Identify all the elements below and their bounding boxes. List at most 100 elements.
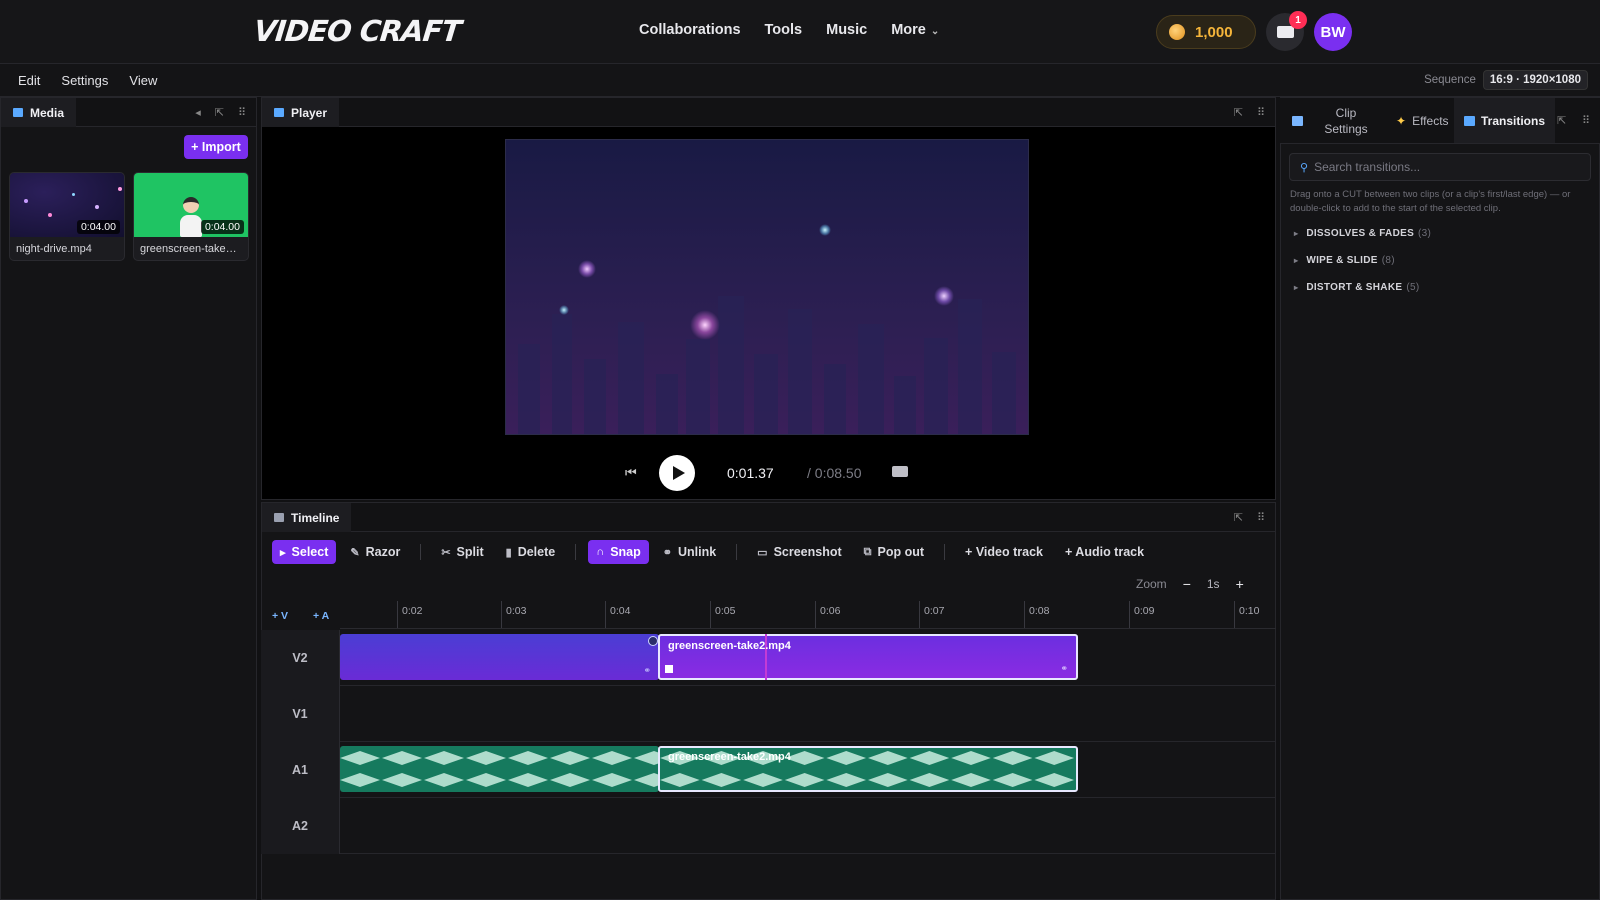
light-orb [934, 286, 954, 306]
screenshot-button[interactable]: ▭ Screenshot [749, 540, 850, 564]
nav-tools[interactable]: Tools [765, 22, 803, 38]
waveform [340, 773, 659, 787]
total-time: / 0:08.50 [807, 465, 862, 481]
tab-media[interactable]: Media [1, 98, 77, 127]
drag-handle-icon[interactable]: ⠿ [1582, 98, 1590, 143]
menu-view[interactable]: View [129, 73, 157, 88]
media-item-greenscreen[interactable]: 0:04.00 greenscreen-take2.mp4 [133, 172, 249, 261]
drag-handle-icon[interactable]: ⠿ [238, 106, 246, 119]
light-orb [578, 260, 596, 278]
media-item-night-drive[interactable]: 0:04.00 night-drive.mp4 [9, 172, 125, 261]
video-preview[interactable] [505, 139, 1029, 435]
nav-music[interactable]: Music [826, 22, 867, 38]
coin-balance[interactable]: 1,000 [1156, 15, 1256, 49]
popout-icon[interactable]: ⇱ [215, 106, 224, 119]
category-dissolves-fades[interactable]: ▸ DISSOLVES & FADES (3) [1294, 228, 1431, 239]
sequence-value[interactable]: 16:9 · 1920×1080 [1482, 70, 1588, 90]
light-orb [559, 305, 569, 315]
sparkle-icon: ✦ [1396, 113, 1407, 128]
split-button[interactable]: ✂ Split [433, 540, 491, 564]
drag-handle-icon[interactable]: ⠿ [1257, 511, 1265, 524]
waveform [340, 751, 659, 765]
ruler-tick: 0:08 [1024, 601, 1049, 628]
menu-edit[interactable]: Edit [18, 73, 40, 88]
track-label[interactable]: V2 [261, 630, 340, 686]
ruler-tick: 0:06 [815, 601, 840, 628]
track-label[interactable]: A2 [261, 798, 340, 854]
ruler-tick: 0:07 [919, 601, 944, 628]
unlink-button[interactable]: ⚭ Unlink [655, 540, 724, 564]
drag-handle-icon[interactable]: ⠿ [1257, 106, 1265, 119]
popout-icon[interactable]: ⇱ [1234, 511, 1243, 524]
category-distort-shake[interactable]: ▸ DISTORT & SHAKE (5) [1294, 282, 1419, 293]
caret-right-icon: ▸ [1294, 283, 1299, 292]
nav-more[interactable]: More ⌄ [891, 22, 939, 38]
main-nav: Collaborations Tools Music More ⌄ [639, 22, 939, 38]
notifications-button[interactable]: 1 [1266, 11, 1307, 51]
tab-player[interactable]: Player [262, 98, 340, 127]
search-input[interactable] [1314, 160, 1575, 174]
zoom-out-button[interactable]: − [1183, 576, 1191, 592]
collapse-left-icon[interactable]: ◂ [195, 106, 201, 119]
popout-icon[interactable]: ⇱ [1557, 98, 1566, 143]
link-icon: ⚭ [643, 665, 651, 675]
menu-settings[interactable]: Settings [61, 73, 108, 88]
trash-icon: ▮ [505, 546, 512, 559]
tab-timeline[interactable]: Timeline [262, 503, 352, 532]
time-ruler[interactable]: 0:02 0:03 0:04 0:05 0:06 0:07 0:08 0:09 … [340, 601, 1276, 629]
light-orb [819, 224, 831, 236]
popout-button[interactable]: ⧉ Pop out [856, 540, 932, 564]
top-nav: VIDEO CRAFT Collaborations Tools Music M… [0, 0, 1600, 64]
import-button[interactable]: + Import [184, 135, 248, 159]
track-label[interactable]: V1 [261, 686, 340, 742]
media-name: night-drive.mp4 [16, 243, 92, 255]
ruler-tick: 0:09 [1129, 601, 1154, 628]
audio-clip-greenscreen[interactable]: greenscreen-take2.mp4 [658, 746, 1078, 792]
nav-collaborations[interactable]: Collaborations [639, 22, 741, 38]
razor-label: Razor [365, 545, 401, 559]
transition-handle[interactable] [648, 636, 658, 646]
media-thumbnail: 0:04.00 [10, 173, 124, 237]
caret-right-icon: ▸ [1294, 229, 1299, 238]
camera-icon: ▭ [757, 546, 768, 559]
tab-clip-settings[interactable]: Clip Settings [1316, 98, 1376, 143]
track-label[interactable]: A1 [261, 742, 340, 798]
app-logo[interactable]: VIDEO CRAFT [252, 14, 462, 48]
razor-tool-button[interactable]: ✎ Razor [342, 540, 408, 564]
popout-icon[interactable]: ⇱ [1234, 106, 1243, 119]
marker-icon [665, 665, 673, 673]
tab-transitions[interactable]: Transitions [1454, 98, 1556, 143]
media-duration: 0:04.00 [200, 220, 244, 234]
category-count: (5) [1406, 282, 1420, 293]
video-clip-night-drive[interactable]: ⚭ [340, 634, 659, 680]
play-button[interactable] [659, 455, 695, 491]
delete-button[interactable]: ▮ Delete [498, 540, 564, 564]
link-icon: ⚭ [1060, 663, 1068, 673]
search-icon: ⚲ [1300, 161, 1309, 174]
skip-back-icon[interactable]: ⏮ [625, 465, 637, 481]
add-v-track-button[interactable]: + V [272, 610, 288, 622]
layout-icon[interactable] [1292, 98, 1306, 143]
media-thumbnail: 0:04.00 [134, 173, 248, 237]
tab-effects[interactable]: ✦ Effects [1388, 98, 1457, 143]
snap-label: Snap [610, 545, 641, 559]
media-name: greenscreen-take2.mp4 [140, 243, 248, 255]
add-video-track-button[interactable]: + Video track [957, 540, 1051, 564]
clip-name: greenscreen-take2.mp4 [668, 751, 791, 763]
camera-icon[interactable] [892, 466, 908, 477]
ruler-tick: 0:10 [1234, 601, 1259, 628]
category-wipe-slide[interactable]: ▸ WIPE & SLIDE (8) [1294, 255, 1395, 266]
audio-clip-night-drive[interactable] [340, 746, 659, 792]
snap-toggle[interactable]: ∩ Snap [588, 540, 649, 564]
select-label: Select [291, 545, 329, 559]
add-audio-track-button[interactable]: + Audio track [1057, 540, 1152, 564]
video-clip-greenscreen[interactable]: greenscreen-take2.mp4 ⚭ [658, 634, 1078, 680]
select-tool-button[interactable]: ▸ Select [272, 540, 337, 564]
waveform [660, 773, 1075, 787]
user-avatar[interactable]: BW [1314, 13, 1352, 51]
add-a-track-button[interactable]: + A [313, 610, 329, 622]
screenshot-label: Screenshot [773, 545, 842, 559]
zoom-in-button[interactable]: + [1236, 576, 1244, 592]
transition-search[interactable]: ⚲ [1289, 153, 1591, 181]
category-name: WIPE & SLIDE [1306, 255, 1378, 266]
